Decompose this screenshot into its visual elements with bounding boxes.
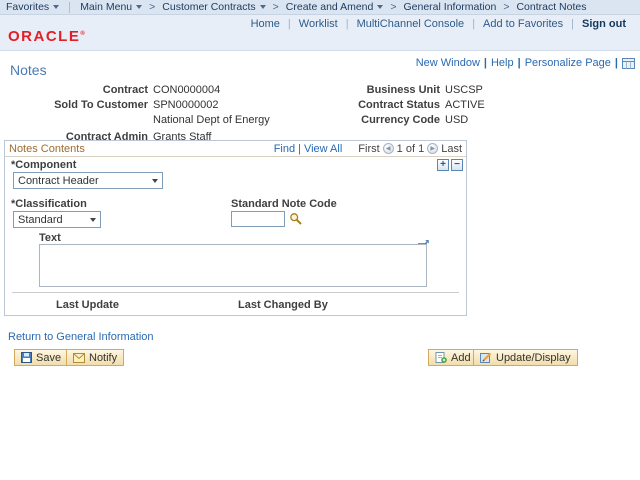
breadcrumb-item-general-information[interactable]: General Information xyxy=(398,1,503,13)
worklist-link[interactable]: Worklist xyxy=(291,18,346,30)
classification-select[interactable]: Standard xyxy=(13,211,101,228)
chevron-down-icon xyxy=(53,5,60,9)
notes-contents-header: Notes Contents Find | View All First ◀ 1… xyxy=(5,141,466,157)
add-button-label: Add xyxy=(451,351,471,364)
add-to-favorites-link[interactable]: Add to Favorites xyxy=(475,18,571,30)
new-window-link[interactable]: New Window xyxy=(416,57,480,69)
page-utility-links: New Window | Help | Personalize Page | xyxy=(416,57,635,69)
breadcrumb-divider xyxy=(69,1,71,13)
breadcrumb-label: Contract Notes xyxy=(516,1,587,13)
standard-note-code-input[interactable] xyxy=(231,211,285,227)
sold-to-customer-label: Sold To Customer xyxy=(54,99,148,111)
sold-to-customer-value: SPN0000002 xyxy=(153,99,219,111)
update-display-icon xyxy=(480,352,492,363)
standard-note-code-label: Standard Note Code xyxy=(231,198,337,210)
link-separator: | xyxy=(298,142,301,155)
notes-contents-title: Notes Contents xyxy=(9,142,85,155)
main-menu[interactable]: Main Menu xyxy=(74,1,148,13)
favorites-menu[interactable]: Favorites xyxy=(0,1,65,13)
classification-selected-value: Standard xyxy=(18,213,63,226)
breadcrumb-label: General Information xyxy=(403,1,497,13)
update-display-button[interactable]: Update/Display xyxy=(473,349,578,366)
notify-icon xyxy=(73,352,85,363)
application-window: Favorites Main Menu > Customer Contracts… xyxy=(0,0,640,480)
lookup-icon[interactable] xyxy=(289,212,303,226)
notes-contents-groupbox: Notes Contents Find | View All First ◀ 1… xyxy=(4,140,467,316)
contract-value: CON0000004 xyxy=(153,84,221,96)
save-button-label: Save xyxy=(36,351,62,364)
chevron-down-icon xyxy=(377,5,384,9)
breadcrumb-item-create-and-amend[interactable]: Create and Amend xyxy=(280,1,390,13)
row-pager: First ◀ 1 of 1 ▶ Last xyxy=(358,143,462,155)
main-menu-label: Main Menu xyxy=(80,1,133,13)
breadcrumb-separator: > xyxy=(272,1,279,13)
row-actions: + − xyxy=(437,159,463,171)
currency-code-value: USD xyxy=(445,114,469,126)
contract-status-value: ACTIVE xyxy=(445,99,485,111)
save-icon xyxy=(21,352,32,363)
last-changed-by-label: Last Changed By xyxy=(238,299,328,311)
breadcrumb-separator: > xyxy=(149,1,156,13)
next-row-icon[interactable]: ▶ xyxy=(427,143,439,154)
banner: Home | Worklist | MultiChannel Console |… xyxy=(0,15,640,51)
return-to-general-information-link[interactable]: Return to General Information xyxy=(8,331,154,343)
breadcrumb: Favorites Main Menu > Customer Contracts… xyxy=(0,0,640,15)
select-arrow-icon xyxy=(152,178,158,183)
contract-status-label: Contract Status xyxy=(358,99,440,111)
personalize-page-link[interactable]: Personalize Page xyxy=(525,57,611,69)
business-unit-value: USCSP xyxy=(445,84,483,96)
link-separator: | xyxy=(517,57,521,69)
link-separator: | xyxy=(614,57,618,69)
favorites-label: Favorites xyxy=(6,1,50,13)
home-link[interactable]: Home xyxy=(243,18,288,30)
breadcrumb-separator: > xyxy=(503,1,510,13)
breadcrumb-label: Customer Contracts xyxy=(162,1,256,13)
breadcrumb-item-contract-notes: Contract Notes xyxy=(510,1,592,13)
component-selected-value: Contract Header xyxy=(18,174,99,187)
delete-row-icon[interactable]: − xyxy=(451,159,463,171)
pager-last-label: Last xyxy=(441,142,462,155)
currency-code-label: Currency Code xyxy=(361,114,440,126)
http-copy-url-icon[interactable] xyxy=(622,57,635,69)
help-link[interactable]: Help xyxy=(491,57,514,69)
link-separator: | xyxy=(483,57,487,69)
groupbox-nav: Find | View All First ◀ 1 of 1 ▶ Last xyxy=(274,143,462,155)
sign-out-link[interactable]: Sign out xyxy=(574,18,634,30)
component-select[interactable]: Contract Header xyxy=(13,172,163,189)
find-link[interactable]: Find xyxy=(274,143,295,155)
last-update-label: Last Update xyxy=(56,299,119,311)
customer-name-value: National Dept of Energy xyxy=(153,114,270,126)
previous-row-icon[interactable]: ◀ xyxy=(382,143,394,154)
add-row-icon[interactable]: + xyxy=(437,159,449,171)
business-unit-label: Business Unit xyxy=(366,84,440,96)
notify-button[interactable]: Notify xyxy=(66,349,125,366)
text-label: Text xyxy=(39,232,61,244)
classification-label: *Classification xyxy=(11,198,87,210)
contract-label: Contract xyxy=(102,84,148,96)
chevron-down-icon xyxy=(259,5,266,9)
groupbox-divider xyxy=(12,292,459,293)
breadcrumb-separator: > xyxy=(390,1,397,13)
chevron-down-icon xyxy=(136,5,143,9)
save-button[interactable]: Save xyxy=(14,349,69,366)
multichannel-console-link[interactable]: MultiChannel Console xyxy=(349,18,473,30)
banner-links: Home | Worklist | MultiChannel Console |… xyxy=(243,18,634,30)
add-button[interactable]: Add xyxy=(428,349,478,366)
add-icon xyxy=(435,352,447,363)
update-display-button-label: Update/Display xyxy=(496,351,571,364)
breadcrumb-label: Create and Amend xyxy=(285,1,374,13)
select-arrow-icon xyxy=(90,217,96,222)
trademark-mark: ® xyxy=(80,31,85,37)
page-title: Notes xyxy=(10,62,47,78)
pager-position: 1 of 1 xyxy=(396,142,425,155)
notify-button-label: Notify xyxy=(89,351,118,364)
component-label: *Component xyxy=(11,159,77,171)
breadcrumb-item-customer-contracts[interactable]: Customer Contracts xyxy=(156,1,271,13)
pager-first-label: First xyxy=(358,142,380,155)
note-text-textarea[interactable] xyxy=(39,244,427,287)
oracle-logo: ORACLE® xyxy=(8,28,85,45)
view-all-link[interactable]: View All xyxy=(304,143,342,155)
